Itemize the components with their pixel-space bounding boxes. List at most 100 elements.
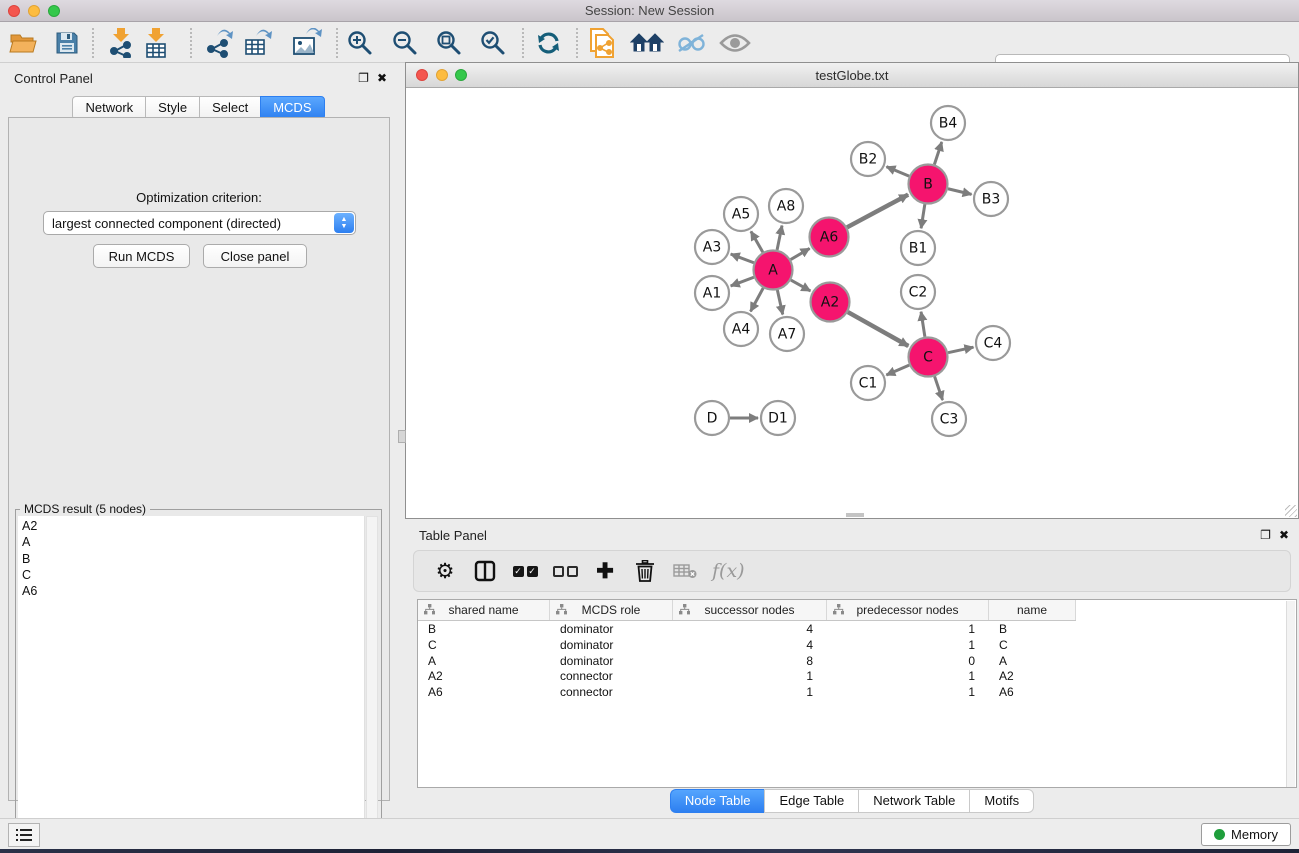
graph-edge[interactable]: [948, 189, 972, 195]
graph-edge[interactable]: [777, 226, 782, 250]
network-window-titlebar[interactable]: testGlobe.txt: [406, 63, 1298, 88]
table-cell[interactable]: A2: [418, 669, 550, 685]
graph-edge[interactable]: [921, 312, 925, 337]
import-network-icon[interactable]: [104, 26, 138, 60]
table-cell[interactable]: C: [418, 638, 550, 654]
table-cell[interactable]: 0: [827, 654, 989, 670]
graph-edge[interactable]: [791, 248, 810, 259]
table-cell[interactable]: 1: [827, 622, 989, 638]
column-header[interactable]: MCDS role: [550, 600, 673, 620]
settings-gear-icon[interactable]: ⚙: [432, 558, 458, 584]
table-cell[interactable]: C: [989, 638, 1076, 654]
close-panel-icon[interactable]: ✖: [377, 71, 387, 85]
zoom-out-icon[interactable]: [388, 26, 422, 60]
open-file-icon[interactable]: [6, 26, 40, 60]
table-cell[interactable]: 1: [827, 669, 989, 685]
table-cell[interactable]: dominator: [550, 654, 673, 670]
export-network-icon[interactable]: [202, 26, 236, 60]
task-history-button[interactable]: [8, 823, 40, 847]
horizontal-scroll-thumb[interactable]: [846, 513, 864, 517]
column-header[interactable]: predecessor nodes: [827, 600, 989, 620]
graph-edge[interactable]: [886, 167, 909, 176]
delete-icon[interactable]: [632, 558, 658, 584]
graph-edge[interactable]: [848, 312, 909, 346]
table-cell[interactable]: 1: [827, 638, 989, 654]
zoom-fit-icon[interactable]: [432, 26, 466, 60]
table-cell[interactable]: 4: [673, 638, 827, 654]
mcds-result-list[interactable]: A2ABCA6: [18, 516, 365, 846]
result-scrollbar[interactable]: [366, 516, 378, 846]
table-cell[interactable]: 1: [673, 685, 827, 701]
graph-edge[interactable]: [948, 347, 973, 352]
close-table-panel-icon[interactable]: ✖: [1279, 528, 1289, 542]
graph-node-label: A3: [703, 240, 721, 256]
table-cell[interactable]: 1: [673, 669, 827, 685]
network-canvas[interactable]: A5A8A3AA1A4A7A6A2B2B4BB3B1C2CC4C1C3DD1: [406, 89, 1298, 518]
table-cell[interactable]: A6: [418, 685, 550, 701]
table-row[interactable]: Adominator80A: [418, 654, 1076, 670]
graph-edge[interactable]: [935, 376, 943, 400]
float-table-panel-icon[interactable]: ❐: [1260, 528, 1271, 542]
zoom-in-icon[interactable]: [343, 26, 377, 60]
table-cell[interactable]: B: [418, 622, 550, 638]
table-cell[interactable]: 1: [827, 685, 989, 701]
graph-edge[interactable]: [921, 204, 925, 228]
add-column-icon[interactable]: ✚: [592, 558, 618, 584]
memory-button[interactable]: Memory: [1201, 823, 1291, 846]
graph-edge[interactable]: [791, 280, 811, 291]
table-row[interactable]: A6connector11A6: [418, 685, 1076, 701]
column-header[interactable]: name: [989, 600, 1076, 620]
graph-edge[interactable]: [731, 254, 754, 263]
table-cell[interactable]: A: [418, 654, 550, 670]
select-all-icon[interactable]: ✓✓: [512, 558, 538, 584]
criterion-dropdown[interactable]: largest connected component (directed) ▲…: [43, 211, 356, 235]
hide-selected-icon[interactable]: [674, 26, 708, 60]
split-columns-icon[interactable]: [472, 558, 498, 584]
table-cell[interactable]: A6: [989, 685, 1076, 701]
pane-divider-handle[interactable]: [398, 430, 406, 443]
export-image-icon[interactable]: [290, 26, 324, 60]
tab-edge-table[interactable]: Edge Table: [764, 789, 858, 813]
deselect-all-icon[interactable]: [552, 558, 578, 584]
column-header[interactable]: shared name: [418, 600, 550, 620]
run-mcds-button[interactable]: Run MCDS: [93, 244, 190, 268]
graph-edge[interactable]: [934, 142, 941, 165]
network-file-icon[interactable]: [585, 26, 619, 60]
table-cell[interactable]: A: [989, 654, 1076, 670]
graph-node-label: B3: [982, 192, 1001, 208]
table-cell[interactable]: dominator: [550, 622, 673, 638]
export-table-icon[interactable]: [241, 26, 275, 60]
column-type-icon: [679, 604, 690, 615]
home-networks-icon[interactable]: [630, 26, 664, 60]
import-table-icon[interactable]: [139, 26, 173, 60]
resize-grip[interactable]: [1285, 505, 1297, 517]
graph-edge[interactable]: [751, 231, 763, 252]
refresh-icon[interactable]: [532, 26, 566, 60]
table-row[interactable]: Cdominator41C: [418, 638, 1076, 654]
table-cell[interactable]: B: [989, 622, 1076, 638]
tab-node-table[interactable]: Node Table: [670, 789, 765, 813]
show-eye-icon[interactable]: [718, 26, 752, 60]
float-panel-icon[interactable]: ❐: [358, 71, 369, 85]
table-cell[interactable]: connector: [550, 669, 673, 685]
graph-edge[interactable]: [777, 290, 782, 314]
tab-motifs[interactable]: Motifs: [969, 789, 1034, 813]
graph-edge[interactable]: [751, 288, 764, 311]
table-cell[interactable]: connector: [550, 685, 673, 701]
table-cell[interactable]: 8: [673, 654, 827, 670]
table-row[interactable]: Bdominator41B: [418, 622, 1076, 638]
save-session-icon[interactable]: [50, 26, 84, 60]
graph-node-label: B1: [909, 241, 928, 257]
zoom-selected-icon[interactable]: [476, 26, 510, 60]
table-cell[interactable]: dominator: [550, 638, 673, 654]
close-panel-button[interactable]: Close panel: [203, 244, 307, 268]
graph-edge[interactable]: [886, 365, 909, 375]
tab-network-table[interactable]: Network Table: [858, 789, 969, 813]
table-cell[interactable]: A2: [989, 669, 1076, 685]
graph-edge[interactable]: [847, 195, 908, 228]
table-cell[interactable]: 4: [673, 622, 827, 638]
column-header[interactable]: successor nodes: [673, 600, 827, 620]
table-row[interactable]: A2connector11A2: [418, 669, 1076, 685]
graph-edge[interactable]: [731, 277, 754, 286]
table-scrollbar[interactable]: [1286, 601, 1295, 787]
